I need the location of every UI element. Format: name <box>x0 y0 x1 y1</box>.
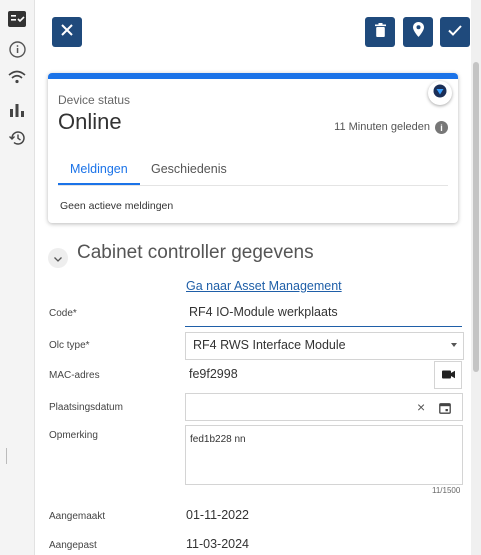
checklist-icon[interactable] <box>6 8 28 30</box>
device-status-value: Online <box>58 109 122 134</box>
remark-text: fed1b228 nn <box>190 434 246 445</box>
placement-date-field[interactable]: × <box>185 393 463 421</box>
remark-textarea[interactable]: fed1b228 nn <box>185 425 463 485</box>
created-value: 01-11-2022 <box>186 508 250 522</box>
mac-address-label: MAC-adres <box>49 370 100 381</box>
created-label: Aangemaakt <box>49 511 106 522</box>
scrollbar-thumb[interactable] <box>473 62 479 372</box>
confirm-button[interactable] <box>440 17 470 47</box>
side-rail <box>0 0 35 555</box>
history-icon[interactable] <box>6 127 28 149</box>
code-label: Code* <box>49 308 77 319</box>
character-counter: 11/1500 <box>432 486 461 495</box>
empty-messages-text: Geen actieve meldingen <box>60 200 174 212</box>
scan-camera-button[interactable] <box>434 361 462 389</box>
last-seen-text: 11 Minuten geleden <box>334 121 430 133</box>
dropdown-arrow-icon <box>451 343 457 347</box>
placement-date-label: Plaatsingsdatum <box>49 402 123 413</box>
close-button[interactable] <box>52 17 82 47</box>
check-icon <box>448 23 462 41</box>
location-pin-icon <box>412 22 424 42</box>
asset-management-link[interactable]: Ga naar Asset Management <box>186 279 342 293</box>
olc-type-value[interactable]: RF4 RWS Interface Module <box>193 338 346 352</box>
section-title: Cabinet controller gegevens <box>77 242 314 263</box>
bar-chart-icon[interactable] <box>6 98 28 120</box>
map-pin-button[interactable] <box>428 81 452 105</box>
clear-icon[interactable]: × <box>417 399 425 415</box>
info-icon[interactable]: i <box>435 121 448 134</box>
close-icon <box>61 23 73 41</box>
code-value[interactable]: RF4 IO-Module werkplaats <box>189 305 338 319</box>
rail-edge <box>6 448 7 464</box>
device-status-label: Device status <box>58 93 131 107</box>
modified-value: 11-03-2024 <box>186 537 250 551</box>
status-color-bar <box>48 73 458 79</box>
camera-icon <box>441 366 455 384</box>
wifi-icon[interactable] <box>6 66 28 88</box>
mac-address-value[interactable]: fe9f2998 <box>189 367 238 381</box>
tab-meldingen[interactable]: Meldingen <box>70 162 128 176</box>
shield-pin-icon <box>433 84 447 103</box>
tab-geschiedenis[interactable]: Geschiedenis <box>151 162 227 176</box>
info-icon[interactable] <box>6 38 28 60</box>
collapse-section-button[interactable] <box>48 248 68 268</box>
trash-icon <box>374 22 386 42</box>
chevron-down-icon <box>54 249 62 267</box>
device-status-card: Device status Online 11 Minuten geleden … <box>48 73 458 223</box>
olc-type-label: Olc type* <box>49 340 90 351</box>
calendar-icon[interactable] <box>439 401 451 419</box>
tab-divider <box>58 185 448 186</box>
modified-label: Aangepast <box>49 540 97 551</box>
remark-label: Opmerking <box>49 430 98 441</box>
delete-button[interactable] <box>365 17 395 47</box>
location-button[interactable] <box>403 17 433 47</box>
